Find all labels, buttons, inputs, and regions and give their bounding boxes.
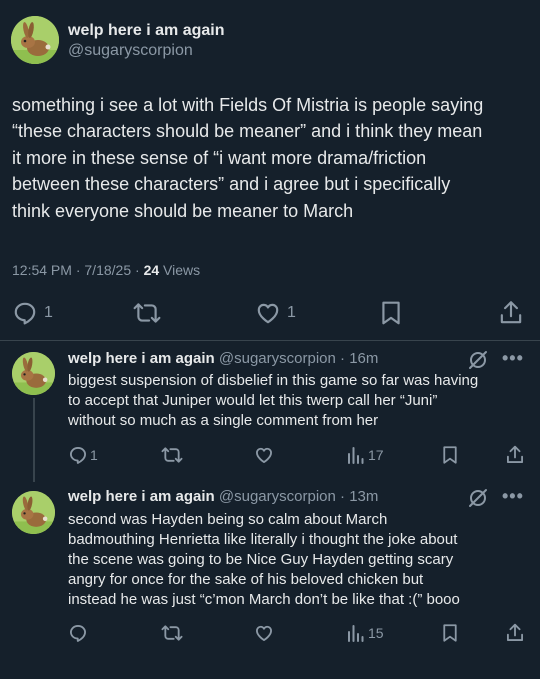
retweet-button[interactable] <box>133 300 161 326</box>
reply-icon <box>70 625 87 642</box>
reply-actions: 15 <box>0 622 540 644</box>
author-handle[interactable]: @sugaryscorpion <box>219 488 336 505</box>
avatar[interactable] <box>12 491 55 534</box>
separator: · <box>340 350 346 367</box>
retweet-icon <box>161 625 183 641</box>
more-button[interactable]: ••• <box>502 486 524 507</box>
reply-count: 1 <box>44 304 53 321</box>
like-button[interactable]: 1 <box>255 300 296 326</box>
tweet-text-line: it more in these sense of “i want more d… <box>12 147 427 168</box>
tweet-meta: 12:54 PM · 7/18/25 · 24 Views <box>12 262 200 278</box>
reply-button[interactable]: 1 <box>68 445 98 465</box>
retweet-icon <box>161 447 183 463</box>
like-icon <box>256 447 272 463</box>
reply-text: second was Hayden being so calm about Ma… <box>68 510 530 610</box>
bookmark-button[interactable] <box>441 445 459 465</box>
bookmark-button[interactable] <box>441 623 459 643</box>
reply-age[interactable]: 16m <box>349 350 378 367</box>
like-icon <box>256 625 272 641</box>
views-button[interactable]: 17 <box>347 445 384 465</box>
reply-header: welp here i am again @sugaryscorpion · 1… <box>68 350 378 367</box>
separator: · <box>135 262 140 278</box>
reply-count: 1 <box>90 447 98 463</box>
like-button[interactable] <box>254 445 274 465</box>
analytics-icon <box>348 447 364 464</box>
reply-actions: 1 17 <box>0 444 540 466</box>
like-icon <box>257 303 279 324</box>
analytics-icon <box>348 625 364 642</box>
share-button[interactable] <box>505 622 525 644</box>
reply-text: biggest suspension of disbelief in this … <box>68 371 530 431</box>
reply-button[interactable] <box>68 623 88 643</box>
more-icon: ••• <box>502 348 524 368</box>
tweet-text-line: think everyone should be meaner to March <box>12 200 354 221</box>
bookmark-icon <box>382 301 400 325</box>
reply-text-line: badmouthing Henrietta like literally i t… <box>68 531 458 548</box>
tweet-text: something i see a lot with Fields Of Mis… <box>12 92 532 224</box>
more-button[interactable]: ••• <box>502 348 524 369</box>
tweet-time[interactable]: 12:54 PM <box>12 262 72 278</box>
share-icon <box>507 623 523 641</box>
retweet-button[interactable] <box>161 445 183 465</box>
reply-age[interactable]: 13m <box>349 488 378 505</box>
retweet-icon <box>133 303 161 323</box>
author-name[interactable]: welp here i am again <box>68 22 225 40</box>
bookmark-icon <box>443 624 457 642</box>
reply-text-line: without so much as a single comment from… <box>68 412 379 429</box>
bookmark-icon <box>443 446 457 464</box>
separator: · <box>75 262 81 278</box>
grok-icon <box>469 489 487 507</box>
reply-text-line: angry for once for the sake of his belov… <box>68 571 424 588</box>
more-icon: ••• <box>502 486 524 506</box>
author-name[interactable]: welp here i am again <box>68 350 215 367</box>
separator: · <box>340 488 346 505</box>
tweet-actions: 1 1 <box>0 298 540 328</box>
divider <box>0 340 540 341</box>
tweet-text-line: “these characters should be meaner” and … <box>12 121 483 142</box>
like-count: 1 <box>287 304 296 321</box>
retweet-button[interactable] <box>161 623 183 643</box>
author-name[interactable]: welp here i am again <box>68 488 215 505</box>
share-button[interactable] <box>498 299 524 327</box>
views-count: 17 <box>368 447 384 463</box>
views-label: Views <box>163 262 201 278</box>
bookmark-button[interactable] <box>379 300 403 326</box>
views-count: 15 <box>368 625 384 641</box>
avatar[interactable] <box>12 352 55 395</box>
share-icon <box>507 445 523 464</box>
reply-icon <box>14 302 36 325</box>
reply-text-line: instead he was just “c’mon March don’t b… <box>68 591 460 608</box>
reply-text-line: the scene was going to be Nice Guy Hayde… <box>68 551 454 568</box>
share-icon <box>500 301 522 324</box>
tweet-text-line: something i see a lot with Fields Of Mis… <box>12 95 484 115</box>
like-button[interactable] <box>254 623 274 643</box>
reply-text-line: second was Hayden being so calm about Ma… <box>68 511 388 528</box>
tweet-date[interactable]: 7/18/25 <box>84 262 131 278</box>
reply-text-line: biggest suspension of disbelief in this … <box>68 372 479 389</box>
views-button[interactable]: 15 <box>347 623 384 643</box>
tweet-text-line: between these characters” and i agree bu… <box>12 174 451 195</box>
rabbit-avatar-image <box>12 491 55 534</box>
avatar[interactable] <box>11 16 59 64</box>
reply-text-line: to accept that Juniper would let this tw… <box>68 392 438 409</box>
share-button[interactable] <box>505 444 525 466</box>
rabbit-avatar-image <box>11 16 59 64</box>
reply-button[interactable]: 1 <box>12 300 53 326</box>
author-handle[interactable]: @sugaryscorpion <box>219 350 336 367</box>
thread-line <box>33 398 35 482</box>
author-handle[interactable]: @sugaryscorpion <box>68 42 193 60</box>
reply-header: welp here i am again @sugaryscorpion · 1… <box>68 488 378 505</box>
grok-icon <box>469 351 487 369</box>
rabbit-avatar-image <box>12 352 55 395</box>
views-count: 24 <box>143 262 160 278</box>
reply-icon <box>70 447 87 464</box>
